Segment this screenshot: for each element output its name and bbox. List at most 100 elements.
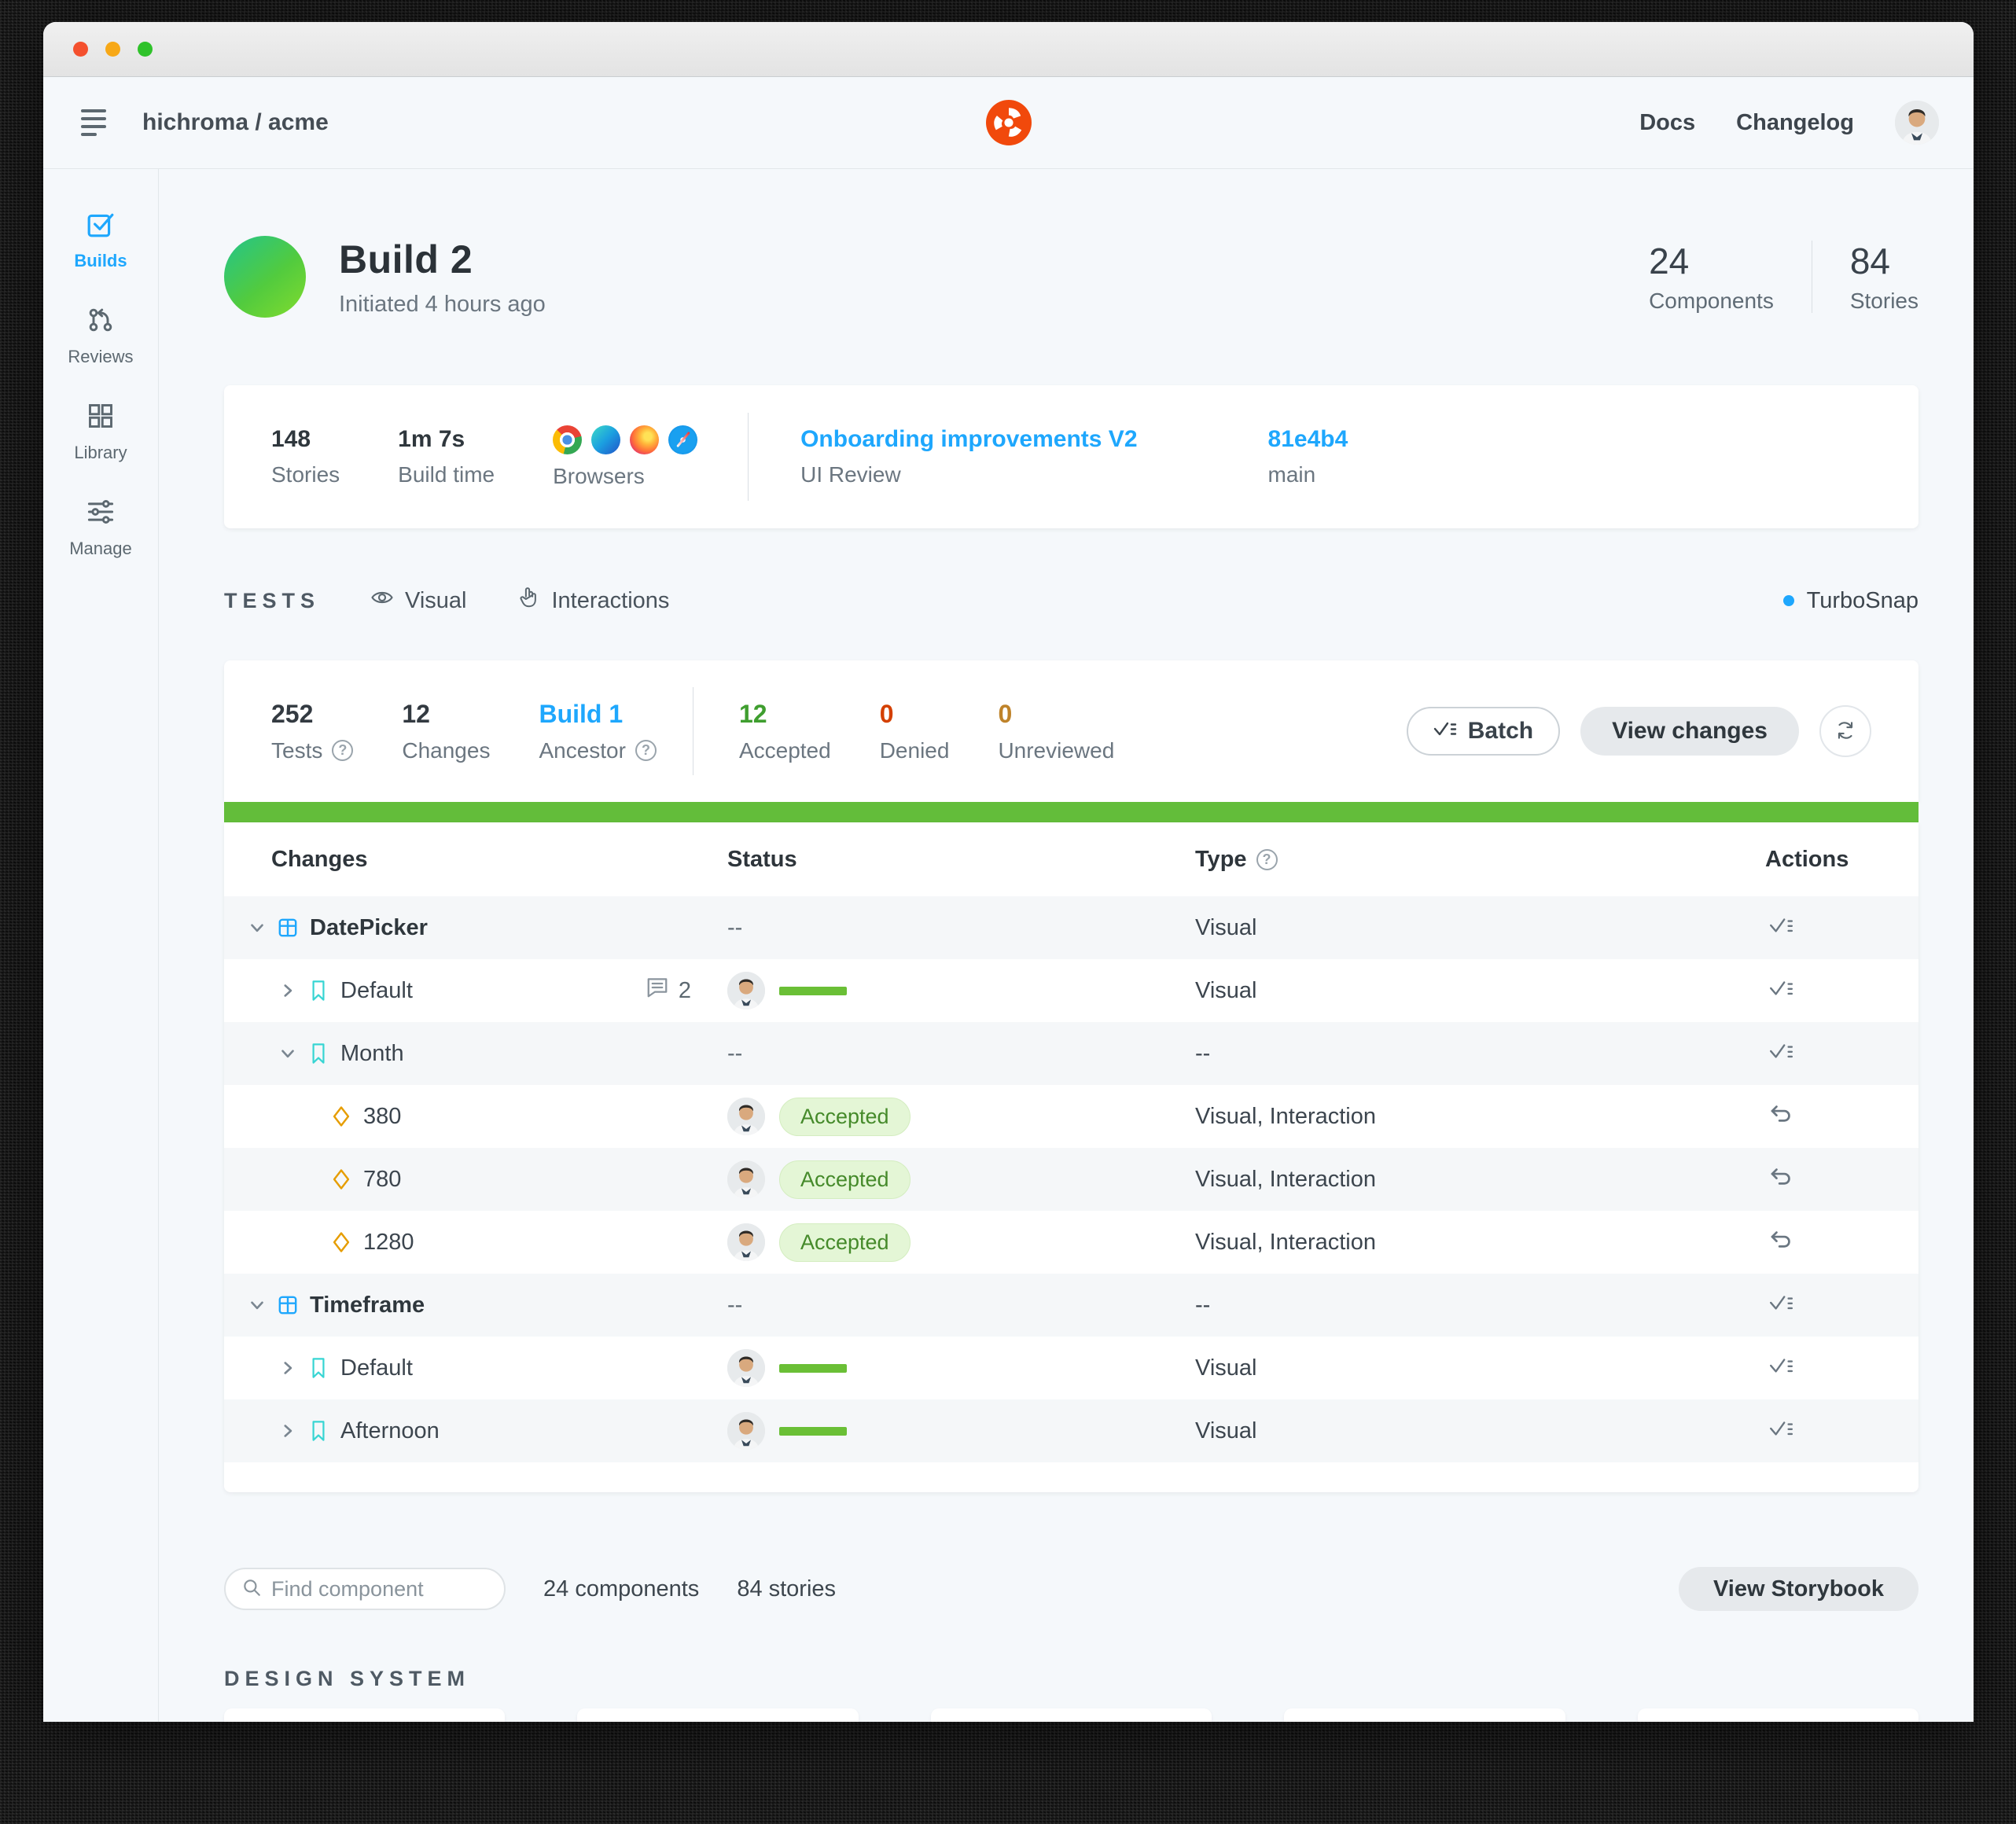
row-label: 1280 bbox=[363, 1230, 414, 1256]
row-label: Timeframe bbox=[310, 1293, 425, 1318]
build-summary-card: 148 Stories 1m 7s Build time Browsers bbox=[224, 385, 1919, 528]
undo-button[interactable] bbox=[1765, 1099, 1797, 1133]
table-row[interactable]: Month -- -- bbox=[224, 1022, 1919, 1085]
batch-accept-button[interactable] bbox=[1765, 1351, 1797, 1385]
row-type: Visual, Interaction bbox=[1195, 1230, 1765, 1256]
sidebar-item-builds[interactable]: Builds bbox=[74, 210, 127, 271]
row-type: -- bbox=[1195, 1041, 1765, 1067]
table-row[interactable]: DatePicker -- Visual bbox=[224, 896, 1919, 959]
user-avatar[interactable] bbox=[1895, 101, 1939, 145]
table-row[interactable]: Default Visual bbox=[224, 1337, 1919, 1399]
story-icon bbox=[307, 980, 329, 1002]
pointer-icon bbox=[517, 586, 540, 616]
undo-button[interactable] bbox=[1765, 1162, 1797, 1196]
row-expand-chevron[interactable] bbox=[278, 1043, 298, 1064]
row-type: Visual, Interaction bbox=[1195, 1167, 1765, 1193]
row-type: Visual bbox=[1195, 978, 1765, 1004]
story-icon bbox=[307, 1420, 329, 1442]
table-row[interactable]: Afternoon Visual bbox=[224, 1399, 1919, 1462]
row-label: Default bbox=[340, 978, 413, 1004]
batch-accept-button[interactable] bbox=[1765, 973, 1797, 1007]
branch-link[interactable]: Onboarding improvements V2 bbox=[800, 426, 1137, 453]
view-changes-button[interactable]: View changes bbox=[1580, 707, 1799, 756]
row-status bbox=[727, 1412, 1195, 1450]
accepted-count: 12 bbox=[739, 700, 831, 729]
minimize-window-button[interactable] bbox=[105, 42, 120, 57]
undo-button[interactable] bbox=[1765, 1225, 1797, 1259]
help-icon[interactable]: ? bbox=[1256, 849, 1278, 870]
status-badge: Accepted bbox=[779, 1160, 911, 1199]
help-icon[interactable]: ? bbox=[635, 740, 657, 761]
viewport-icon bbox=[330, 1168, 352, 1190]
firefox-icon bbox=[630, 425, 659, 454]
undo-icon bbox=[1768, 1165, 1793, 1193]
batch-accept-button[interactable] bbox=[1765, 910, 1797, 944]
build-counts: 24 Components 84 Stories bbox=[1649, 240, 1919, 314]
interactions-tests-toggle[interactable]: Interactions bbox=[517, 586, 669, 616]
unreviewed-count: 0 bbox=[998, 700, 1114, 729]
chrome-icon bbox=[553, 425, 582, 454]
undo-icon bbox=[1768, 1102, 1793, 1130]
component-search[interactable] bbox=[224, 1568, 506, 1610]
turbosnap-indicator[interactable]: TurboSnap bbox=[1783, 588, 1919, 614]
tests-count: 252 bbox=[271, 700, 353, 729]
docs-link[interactable]: Docs bbox=[1639, 110, 1695, 136]
status-badge: Accepted bbox=[779, 1223, 911, 1262]
changes-count: 12 bbox=[402, 700, 490, 729]
safari-icon bbox=[668, 425, 697, 454]
row-status: -- bbox=[727, 1293, 1195, 1318]
view-storybook-button[interactable]: View Storybook bbox=[1679, 1567, 1919, 1611]
table-row[interactable]: 1280 Accepted Visual, Interaction bbox=[224, 1211, 1919, 1274]
status-empty: -- bbox=[727, 1041, 742, 1067]
row-label: Default bbox=[340, 1355, 413, 1381]
component-card[interactable] bbox=[1284, 1708, 1565, 1722]
commit-link[interactable]: 81e4b4 bbox=[1268, 426, 1348, 453]
chromatic-logo-icon bbox=[986, 100, 1032, 145]
row-expand-chevron[interactable] bbox=[278, 1358, 298, 1378]
search-input[interactable] bbox=[271, 1577, 488, 1602]
close-window-button[interactable] bbox=[73, 42, 88, 57]
component-card[interactable] bbox=[1638, 1708, 1919, 1722]
table-row[interactable]: Default 2 Visual bbox=[224, 959, 1919, 1022]
batch-accept-button[interactable] bbox=[1765, 1414, 1797, 1447]
row-expand-chevron[interactable] bbox=[278, 1421, 298, 1441]
batch-accept-button[interactable] bbox=[1765, 1288, 1797, 1322]
table-body: DatePicker -- Visual Default 2 Visual Mo… bbox=[224, 896, 1919, 1462]
refresh-button[interactable] bbox=[1819, 705, 1871, 757]
component-card[interactable] bbox=[224, 1708, 505, 1722]
row-type: Visual, Interaction bbox=[1195, 1104, 1765, 1130]
row-expand-chevron[interactable] bbox=[247, 1295, 267, 1315]
visual-tests-toggle[interactable]: Visual bbox=[370, 586, 466, 616]
main-content: Build 2 Initiated 4 hours ago 24 Compone… bbox=[159, 169, 1974, 1722]
sidebar-item-reviews[interactable]: Reviews bbox=[68, 306, 133, 367]
table-row[interactable]: 780 Accepted Visual, Interaction bbox=[224, 1148, 1919, 1211]
help-icon[interactable]: ? bbox=[332, 740, 353, 761]
viewport-icon bbox=[330, 1105, 352, 1127]
search-icon bbox=[241, 1577, 262, 1602]
menu-icon[interactable] bbox=[78, 106, 109, 139]
batch-check-icon bbox=[1768, 1039, 1793, 1067]
table-row[interactable]: 380 Accepted Visual, Interaction bbox=[224, 1085, 1919, 1148]
tests-heading: TESTS bbox=[224, 589, 320, 613]
row-expand-chevron[interactable] bbox=[278, 980, 298, 1001]
story-icon bbox=[307, 1043, 329, 1065]
row-type: -- bbox=[1195, 1293, 1765, 1318]
ancestor-build-link[interactable]: Build 1 bbox=[539, 700, 657, 729]
component-card[interactable] bbox=[577, 1708, 858, 1722]
comment-indicator[interactable]: 2 bbox=[646, 976, 691, 1006]
table-row[interactable]: Timeframe -- -- bbox=[224, 1274, 1919, 1337]
sidebar-item-manage[interactable]: Manage bbox=[69, 498, 132, 559]
builds-icon bbox=[86, 210, 115, 243]
stories-count: 84 bbox=[1850, 240, 1919, 282]
org-breadcrumb[interactable]: hichroma / acme bbox=[142, 109, 329, 136]
column-status: Status bbox=[727, 847, 1195, 873]
component-card[interactable] bbox=[931, 1708, 1212, 1722]
sidebar-item-library[interactable]: Library bbox=[74, 402, 127, 463]
batch-button[interactable]: Batch bbox=[1407, 707, 1560, 756]
user-avatar bbox=[727, 1349, 765, 1387]
row-expand-chevron[interactable] bbox=[247, 918, 267, 938]
stories-summary: 84 stories bbox=[737, 1576, 836, 1602]
changelog-link[interactable]: Changelog bbox=[1736, 110, 1854, 136]
zoom-window-button[interactable] bbox=[138, 42, 153, 57]
batch-accept-button[interactable] bbox=[1765, 1036, 1797, 1070]
